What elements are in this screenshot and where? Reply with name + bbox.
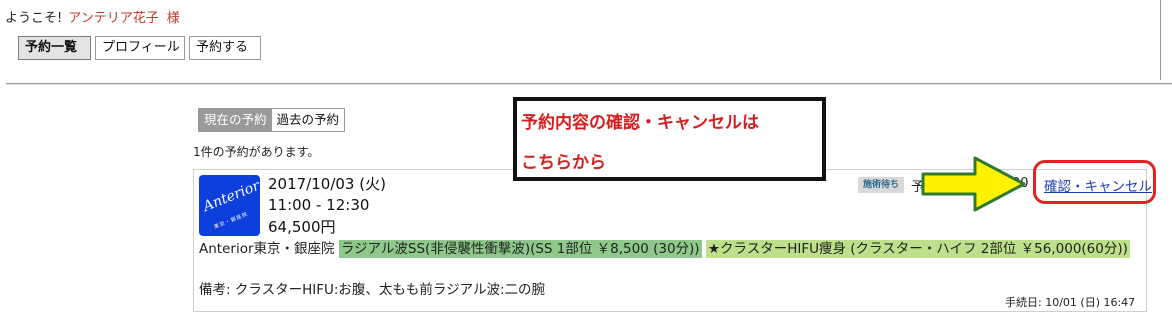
procedure-date: 手続日: 10/01 (日) 16:47 [1005, 296, 1136, 309]
tab-current-reservations[interactable]: 現在の予約 [199, 109, 272, 131]
menu-item-cluster-hifu: ★クラスターHIFU痩身 (クラスター・ハイフ 2部位 ￥56,000(60分)… [705, 240, 1130, 258]
reservation-date: 2017/10/03 (火) [268, 175, 386, 193]
user-name: アンテリア花子 [68, 11, 159, 26]
reservation-menu: Anterior東京・銀座院 ラジアル波SS(非侵襲性衝撃波)(SS 1部位 ￥… [199, 240, 1139, 258]
welcome-text: ようこそ! [5, 11, 63, 26]
reservation-note: 備考: クラスターHIFU:お腹、太もも前ラジアル波:二の腕 [199, 282, 546, 298]
honorific: 様 [166, 11, 180, 26]
reservation-price: 64,500円 [268, 218, 336, 236]
header-divider-shadow [6, 84, 1172, 85]
reservation-time: 11:00 - 12:30 [268, 196, 370, 214]
reservation-count: 1件の予約があります。 [193, 145, 320, 159]
callout-line-1: 予約内容の確認・キャンセルは [521, 113, 759, 133]
nav-reservation-list-button[interactable]: 予約一覧 [18, 36, 91, 60]
logo-subtext: 東京・銀座院 [213, 211, 250, 231]
pointer-arrow-icon [921, 156, 1026, 212]
callout-line-2: こちらから [521, 153, 606, 173]
welcome-message: ようこそ! アンテリア花子様 [5, 7, 180, 26]
reservation-tabs: 現在の予約 過去の予約 [198, 108, 346, 132]
clinic-logo: Anterior 東京・銀座院 [199, 175, 260, 236]
menu-item-radial-wave: ラジアル波SS(非侵襲性衝撃波)(SS 1部位 ￥8,500 (30分)) [338, 240, 702, 258]
clinic-name: Anterior東京・銀座院 [199, 241, 335, 257]
nav-profile-button[interactable]: プロフィール [95, 36, 185, 60]
frame-border-right [1160, 0, 1161, 80]
highlight-ring [1033, 160, 1156, 204]
logo-text: Anterior [201, 177, 260, 215]
nav-make-reservation-button[interactable]: 予約する [189, 36, 261, 60]
tab-past-reservations[interactable]: 過去の予約 [271, 109, 345, 131]
status-badge: 施術待ち [858, 177, 904, 193]
